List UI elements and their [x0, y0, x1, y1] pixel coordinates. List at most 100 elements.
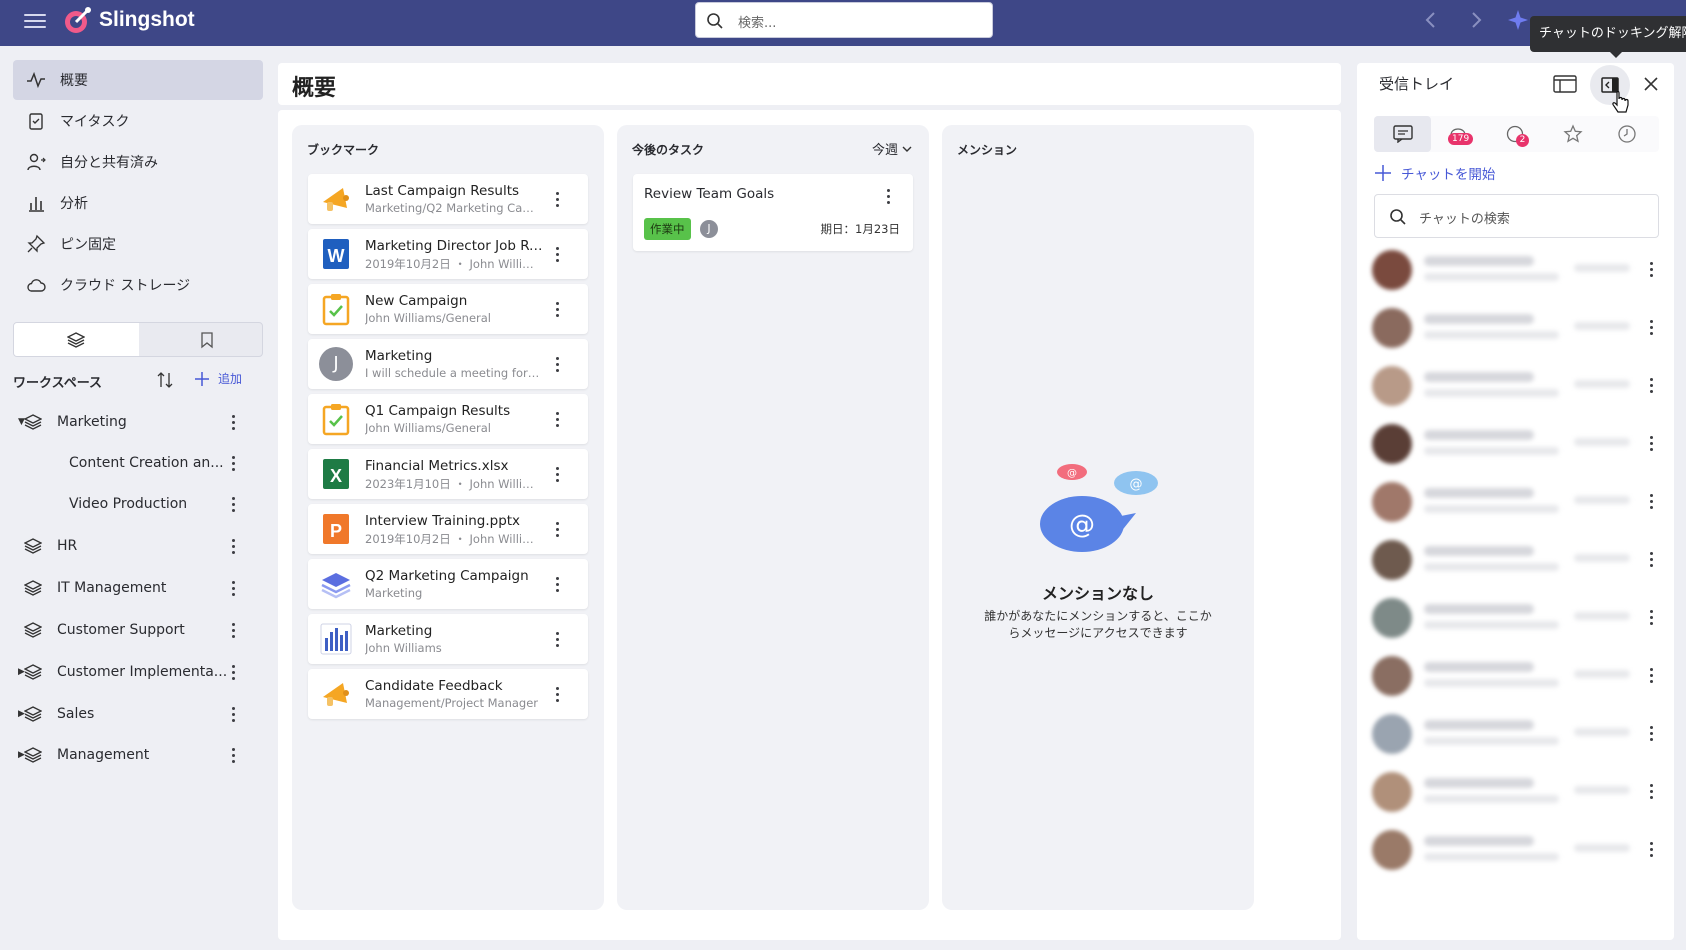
workspace-item-marketing[interactable]: ▼ Marketing [13, 405, 263, 439]
chat-list-item[interactable] [1372, 478, 1662, 528]
more-options-icon[interactable] [232, 456, 236, 472]
chat-list-item[interactable] [1372, 826, 1662, 876]
chat-list-item[interactable] [1372, 420, 1662, 470]
more-options-icon[interactable] [1650, 726, 1654, 742]
tasks-filter-value: 今週 [872, 143, 899, 158]
more-options-icon[interactable] [232, 581, 236, 597]
sidebar-item-label: マイタスク [60, 114, 130, 130]
more-options-icon[interactable] [1650, 378, 1654, 394]
chat-search-input[interactable]: チャットの検索 [1419, 208, 1510, 227]
tab-mentions[interactable]: 179 [1431, 116, 1488, 152]
more-options-icon[interactable] [1650, 784, 1654, 800]
global-search[interactable]: 検索... [695, 2, 993, 38]
tab-chats[interactable] [1374, 116, 1431, 152]
more-options-icon[interactable] [232, 497, 236, 513]
chat-search-field[interactable]: チャットの検索 [1374, 194, 1659, 238]
workspace-item-it-management[interactable]: IT Management [13, 571, 263, 605]
more-options-icon[interactable] [1650, 842, 1654, 858]
layers-icon [24, 414, 42, 430]
more-options-icon[interactable] [887, 189, 891, 205]
bookmark-subtitle: John Williams [365, 641, 442, 655]
workspace-item-hr[interactable]: HR [13, 529, 263, 563]
sidebar-item-my-tasks[interactable]: マイタスク [13, 101, 263, 141]
avatar [1372, 540, 1412, 580]
sidebar-item-pinned[interactable]: ピン固定 [13, 224, 263, 264]
workspace-item-customer-support[interactable]: Customer Support [13, 613, 263, 647]
bookmark-item[interactable]: J Marketing I will schedule a meeting fo… [308, 339, 588, 389]
ai-sparkle-icon[interactable] [1508, 8, 1530, 32]
more-options-icon[interactable] [1650, 610, 1654, 626]
more-options-icon[interactable] [556, 412, 560, 428]
bookmark-item[interactable]: Marketing John Williams [308, 614, 588, 664]
add-workspace-button[interactable]: 追加 [194, 370, 242, 387]
bookmark-item[interactable]: X Financial Metrics.xlsx 2023年1月10日 ・ Jo… [308, 449, 588, 499]
more-options-icon[interactable] [1650, 494, 1654, 510]
more-options-icon[interactable] [556, 192, 560, 208]
chat-list-item[interactable] [1372, 536, 1662, 586]
bookmark-item[interactable]: P Interview Training.pptx 2019年10月2日 ・ J… [308, 504, 588, 554]
more-options-icon[interactable] [556, 357, 560, 373]
more-options-icon[interactable] [556, 302, 560, 318]
more-options-icon[interactable] [232, 748, 236, 764]
workspace-label: Content Creation an... [69, 455, 224, 471]
word-file-icon: W [323, 239, 349, 269]
back-arrow-icon[interactable] [1422, 9, 1440, 31]
more-options-icon[interactable] [1650, 552, 1654, 568]
workspace-item-sales[interactable]: ▶ Sales [13, 697, 263, 731]
bookmark-item[interactable]: Q2 Marketing Campaign Marketing [308, 559, 588, 609]
more-options-icon[interactable] [1650, 436, 1654, 452]
sidebar-item-label: 分析 [60, 196, 88, 212]
chat-list-item[interactable] [1372, 710, 1662, 760]
sidebar-item-cloud-storage[interactable]: クラウド ストレージ [13, 265, 263, 305]
more-options-icon[interactable] [556, 247, 560, 263]
star-icon[interactable] [1563, 124, 1583, 144]
workspace-item-management[interactable]: ▶ Management [13, 738, 263, 772]
task-card[interactable]: Review Team Goals 作業中 J 期日：1月23日 [633, 174, 913, 251]
workspace-item-customer-implementation[interactable]: ▶ Customer Implementa... [13, 655, 263, 689]
close-icon[interactable] [1643, 76, 1659, 92]
bookmark-item[interactable]: Last Campaign Results Marketing/Q2 Marke… [308, 174, 588, 224]
bookmark-title: Last Campaign Results [365, 183, 520, 199]
hamburger-menu-icon[interactable] [24, 10, 46, 32]
workspace-item-content-creation[interactable]: Content Creation an... [13, 446, 263, 480]
sidebar-item-analytics[interactable]: 分析 [13, 183, 263, 223]
chat-list-item[interactable] [1372, 652, 1662, 702]
bookmark-item[interactable]: Q1 Campaign Results John Williams/Genera… [308, 394, 588, 444]
bookmark-tab-icon[interactable] [199, 331, 215, 349]
bookmark-item[interactable]: New Campaign John Williams/General [308, 284, 588, 334]
avatar [1372, 772, 1412, 812]
search-input[interactable]: 検索... [738, 12, 776, 31]
start-chat-button[interactable]: チャットを開始 [1374, 163, 1495, 183]
more-options-icon[interactable] [556, 522, 560, 538]
more-options-icon[interactable] [1650, 262, 1654, 278]
chat-list-item[interactable] [1372, 594, 1662, 644]
tasks-filter-dropdown[interactable]: 今週 [872, 139, 912, 158]
chat-list-item[interactable] [1372, 362, 1662, 412]
more-options-icon[interactable] [232, 539, 236, 555]
clock-icon[interactable] [1617, 124, 1637, 144]
tab-reactions[interactable]: 2 [1488, 116, 1545, 152]
more-options-icon[interactable] [556, 687, 560, 703]
more-options-icon[interactable] [1650, 320, 1654, 336]
chat-list-item[interactable] [1372, 246, 1662, 296]
more-options-icon[interactable] [556, 577, 560, 593]
sidebar-item-shared-with-me[interactable]: 自分と共有済み [13, 142, 263, 182]
more-options-icon[interactable] [1650, 668, 1654, 684]
more-options-icon[interactable] [232, 665, 236, 681]
chat-list-item[interactable] [1372, 304, 1662, 354]
sort-icon[interactable] [155, 370, 175, 390]
bookmark-item[interactable]: Candidate Feedback Management/Project Ma… [308, 669, 588, 719]
workspace-item-video-production[interactable]: Video Production [13, 487, 263, 521]
forward-arrow-icon[interactable] [1467, 9, 1485, 31]
bookmark-item[interactable]: W Marketing Director Job Ro... 2019年10月2… [308, 229, 588, 279]
more-options-icon[interactable] [556, 632, 560, 648]
sidebar-item-overview[interactable]: 概要 [13, 60, 263, 100]
more-options-icon[interactable] [232, 415, 236, 431]
page-header: 概要 [278, 63, 1341, 105]
chat-list-item[interactable] [1372, 768, 1662, 818]
popout-window-icon[interactable] [1552, 73, 1578, 95]
more-options-icon[interactable] [556, 467, 560, 483]
more-options-icon[interactable] [232, 623, 236, 639]
more-options-icon[interactable] [232, 707, 236, 723]
workspaces-tab[interactable] [14, 323, 139, 356]
